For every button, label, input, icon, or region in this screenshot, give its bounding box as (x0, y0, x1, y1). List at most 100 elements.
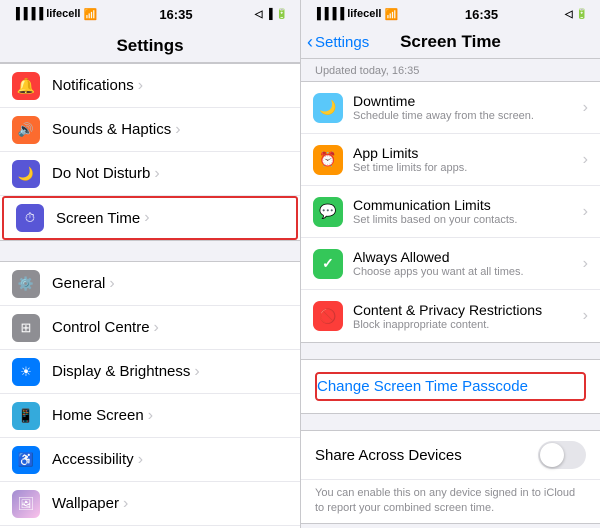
sidebar-item-sounds[interactable]: 🔊 Sounds & Haptics › (0, 108, 300, 152)
communication-label: Communication Limits (353, 197, 583, 213)
sidebar-item-display[interactable]: ☀ Display & Brightness › (0, 350, 300, 394)
right-item-alwaysallowed[interactable]: ✓ Always Allowed Choose apps you want at… (301, 238, 600, 290)
right-status-bar: ▐▐▐▐ lifecell 📶 16:35 ◁ 🔋 (301, 0, 600, 28)
right-nav-bar: ‹ Settings Screen Time (301, 28, 600, 59)
left-location-icon: ◁ (255, 9, 263, 20)
updated-label: Updated today, 16:35 (301, 59, 600, 81)
left-carrier-signal: ▐▐▐▐ lifecell 📶 (12, 8, 97, 21)
controlcentre-icon: ⊞ (12, 314, 40, 342)
wallpaper-label: Wallpaper (52, 495, 119, 512)
contentprivacy-label: Content & Privacy Restrictions (353, 302, 583, 318)
right-item-communication[interactable]: 💬 Communication Limits Set limits based … (301, 186, 600, 238)
communication-text: Communication Limits Set limits based on… (353, 197, 583, 226)
general-chevron: › (109, 275, 114, 293)
sidebar-item-notifications[interactable]: 🔔 Notifications › (0, 64, 300, 108)
sounds-icon: 🔊 (12, 116, 40, 144)
left-panel: ▐▐▐▐ lifecell 📶 16:35 ◁ ▐ 🔋 Settings 🔔 N… (0, 0, 300, 528)
contentprivacy-sub: Block inappropriate content. (353, 319, 583, 331)
alwaysallowed-label: Always Allowed (353, 249, 583, 265)
applimits-chevron: › (583, 151, 588, 169)
alwaysallowed-text: Always Allowed Choose apps you want at a… (353, 249, 583, 278)
wallpaper-icon: 🖼 (12, 490, 40, 518)
accessibility-chevron: › (138, 451, 143, 469)
left-carrier: lifecell (46, 8, 80, 20)
contentprivacy-text: Content & Privacy Restrictions Block ina… (353, 302, 583, 331)
right-divider-3 (301, 524, 600, 528)
screentime-label: Screen Time (56, 210, 140, 227)
sidebar-item-dnd[interactable]: 🌙 Do Not Disturb › (0, 152, 300, 196)
alwaysallowed-sub: Choose apps you want at all times. (353, 266, 583, 278)
applimits-sub: Set time limits for apps. (353, 162, 583, 174)
right-carrier: lifecell (347, 8, 381, 20)
general-icon: ⚙️ (12, 270, 40, 298)
communication-chevron: › (583, 203, 588, 221)
left-wifi-icon: 📶 (83, 8, 97, 21)
contentprivacy-icon: 🚫 (313, 301, 343, 331)
left-status-bar: ▐▐▐▐ lifecell 📶 16:35 ◁ ▐ 🔋 (0, 0, 300, 28)
wallpaper-chevron: › (123, 495, 128, 513)
homescreen-icon: 📱 (12, 402, 40, 430)
downtime-label: Downtime (353, 93, 583, 109)
downtime-text: Downtime Schedule time away from the scr… (353, 93, 583, 122)
right-battery-icon: 🔋 (576, 9, 588, 20)
display-chevron: › (194, 363, 199, 381)
left-section-1: 🔔 Notifications › 🔊 Sounds & Haptics › 🌙… (0, 63, 300, 241)
toggle-knob (540, 443, 564, 467)
communication-icon: 💬 (313, 197, 343, 227)
share-devices-desc: You can enable this on any device signed… (301, 480, 600, 523)
controlcentre-chevron: › (154, 319, 159, 337)
dnd-icon: 🌙 (12, 160, 40, 188)
accessibility-label: Accessibility (52, 451, 134, 468)
accessibility-icon: ♿ (12, 446, 40, 474)
share-devices-section: Share Across Devices You can enable this… (301, 430, 600, 524)
screentime-chevron: › (144, 209, 149, 227)
right-signal-icon: ▐▐▐▐ (313, 8, 344, 20)
right-time: 16:35 (465, 7, 498, 22)
left-section-divider (0, 241, 300, 261)
sidebar-item-controlcentre[interactable]: ⊞ Control Centre › (0, 306, 300, 350)
back-button[interactable]: ‹ Settings (307, 32, 369, 53)
left-signal-icon: ▐▐▐▐ (12, 8, 43, 20)
left-battery-icon: ▐ (265, 9, 272, 20)
homescreen-chevron: › (148, 407, 153, 425)
display-label: Display & Brightness (52, 363, 190, 380)
back-chevron-icon: ‹ (307, 32, 313, 53)
right-item-downtime[interactable]: 🌙 Downtime Schedule time away from the s… (301, 82, 600, 134)
back-label: Settings (315, 34, 369, 51)
change-passcode-button[interactable]: Change Screen Time Passcode (315, 372, 586, 401)
right-wifi-icon: 📶 (384, 8, 398, 21)
sidebar-item-homescreen[interactable]: 📱 Home Screen › (0, 394, 300, 438)
right-battery-area: ◁ 🔋 (565, 9, 588, 20)
right-panel: ▐▐▐▐ lifecell 📶 16:35 ◁ 🔋 ‹ Settings Scr… (300, 0, 600, 528)
applimits-icon: ⏰ (313, 145, 343, 175)
share-devices-toggle[interactable] (538, 441, 586, 469)
share-devices-row: Share Across Devices (301, 431, 600, 480)
change-passcode-section: Change Screen Time Passcode (301, 359, 600, 414)
right-item-contentprivacy[interactable]: 🚫 Content & Privacy Restrictions Block i… (301, 290, 600, 342)
applimits-label: App Limits (353, 145, 583, 161)
left-settings-list: 🔔 Notifications › 🔊 Sounds & Haptics › 🌙… (0, 63, 300, 528)
sidebar-item-general[interactable]: ⚙️ General › (0, 262, 300, 306)
homescreen-label: Home Screen (52, 407, 144, 424)
right-main-list: 🌙 Downtime Schedule time away from the s… (301, 81, 600, 343)
dnd-label: Do Not Disturb (52, 165, 150, 182)
downtime-icon: 🌙 (313, 93, 343, 123)
left-title: Settings (0, 28, 300, 63)
notifications-label: Notifications (52, 77, 134, 94)
sidebar-item-accessibility[interactable]: ♿ Accessibility › (0, 438, 300, 482)
right-title: Screen Time (400, 32, 501, 52)
notifications-chevron: › (138, 77, 143, 95)
sounds-chevron: › (175, 121, 180, 139)
communication-sub: Set limits based on your contacts. (353, 214, 583, 226)
alwaysallowed-chevron: › (583, 255, 588, 273)
sidebar-item-wallpaper[interactable]: 🖼 Wallpaper › (0, 482, 300, 526)
applimits-text: App Limits Set time limits for apps. (353, 145, 583, 174)
right-divider-1 (301, 343, 600, 359)
right-divider-2 (301, 414, 600, 430)
downtime-sub: Schedule time away from the screen. (353, 110, 583, 122)
sidebar-item-screentime[interactable]: ⏱ Screen Time › (2, 196, 298, 240)
notifications-icon: 🔔 (12, 72, 40, 100)
right-item-applimits[interactable]: ⏰ App Limits Set time limits for apps. › (301, 134, 600, 186)
left-section-2: ⚙️ General › ⊞ Control Centre › ☀ Displa… (0, 261, 300, 528)
right-location-icon: ◁ (565, 9, 573, 20)
